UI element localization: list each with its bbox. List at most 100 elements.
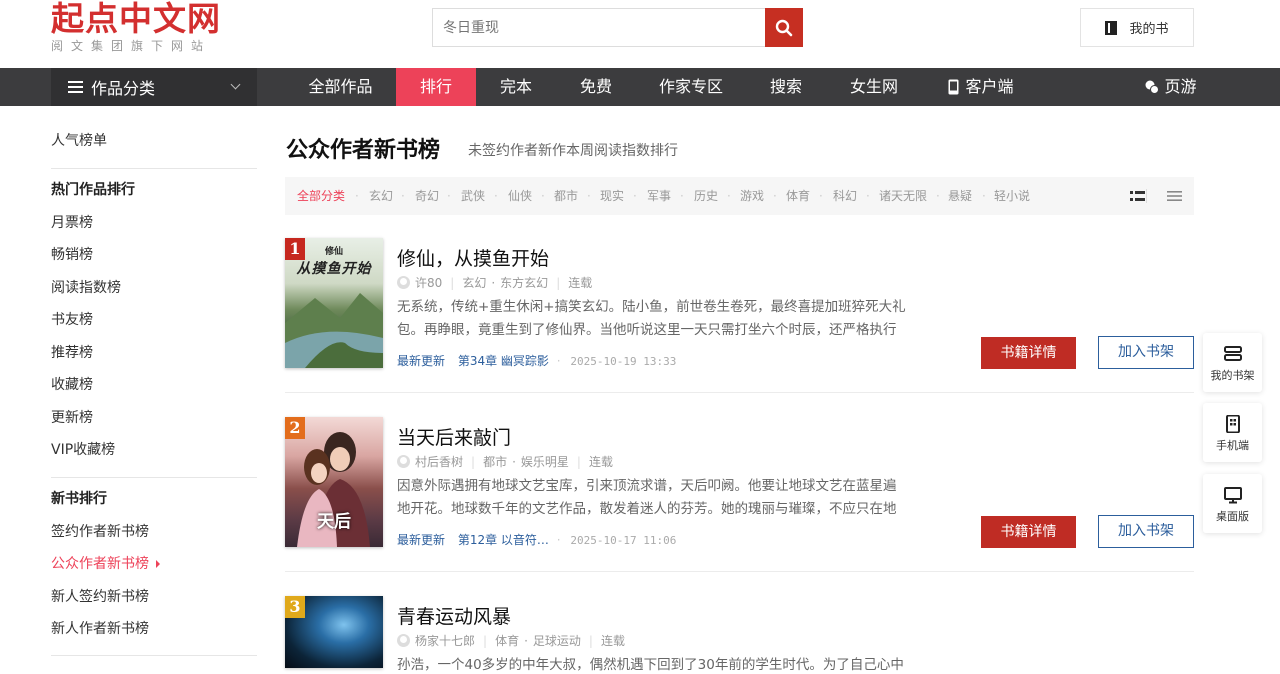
meta-separator: |	[450, 275, 455, 290]
float-mobile-label: 手机端	[1216, 439, 1249, 452]
float-desktop[interactable]: 桌面版	[1203, 474, 1262, 533]
book-subgenre[interactable]: 东方玄幻	[500, 274, 548, 291]
sidebar-item-public-new[interactable]: 公众作者新书榜	[51, 548, 257, 581]
book-genre[interactable]: 玄幻	[462, 274, 486, 291]
list-detail-view-icon[interactable]	[1130, 191, 1145, 201]
filter-dot: ·	[982, 189, 986, 203]
menu-icon	[68, 81, 83, 93]
book-author[interactable]: 村后香树	[415, 453, 463, 470]
book-subgenre[interactable]: 足球运动	[533, 632, 581, 649]
nav-free[interactable]: 免费	[570, 68, 622, 106]
monitor-icon	[1223, 487, 1242, 504]
book-genre[interactable]: 体育	[495, 632, 519, 649]
sidebar-item-recommend[interactable]: 推荐榜	[51, 337, 257, 370]
meta-separator: |	[588, 633, 593, 648]
float-desktop-label: 桌面版	[1216, 510, 1249, 523]
add-to-shelf-button[interactable]: 加入书架	[1098, 515, 1194, 548]
filter-dot: ·	[773, 189, 777, 203]
filter-xuanhuan[interactable]: 玄幻	[369, 177, 393, 215]
book-title[interactable]: 青春运动风暴	[397, 602, 511, 629]
book-meta: 杨家十七郎 | 体育 · 足球运动 | 连载	[397, 632, 625, 649]
book-subgenre[interactable]: 娱乐明星	[521, 453, 569, 470]
sidebar-divider	[51, 476, 257, 478]
author-avatar	[397, 276, 410, 289]
filter-xuanyi[interactable]: 悬疑	[948, 177, 972, 215]
book-meta: 许80 | 玄幻 · 东方玄幻 | 连载	[397, 274, 592, 291]
category-filter-bar: 全部分类 · 玄幻 · 奇幻 · 武侠 · 仙侠 · 都市 · 现实 · 军事 …	[285, 177, 1194, 215]
nav-webgame-label: 页游	[1164, 77, 1197, 96]
filter-xianshi[interactable]: 现实	[600, 177, 624, 215]
filter-lishi[interactable]: 历史	[694, 177, 718, 215]
filter-dot: ·	[727, 189, 731, 203]
filter-dot: ·	[936, 189, 940, 203]
cover-text: 天后	[317, 512, 351, 532]
latest-chapter-link[interactable]: 第12章 以音符…	[458, 533, 549, 547]
book-icon	[1105, 20, 1118, 35]
filter-junshi[interactable]: 军事	[647, 177, 671, 215]
filter-kehuan[interactable]: 科幻	[833, 177, 857, 215]
sidebar-item-fans[interactable]: 书友榜	[51, 304, 257, 337]
game-icon	[1145, 80, 1160, 94]
sidebar-item-rookie-signed[interactable]: 新人签约新书榜	[51, 581, 257, 614]
my-books-button[interactable]: 我的书	[1080, 8, 1194, 47]
page-subtitle: 未签约作者新作本周阅读指数排行	[468, 143, 678, 159]
book-title[interactable]: 当天后来敲门	[397, 423, 511, 450]
sidebar-item-reading-index[interactable]: 阅读指数榜	[51, 272, 257, 305]
book-detail-button[interactable]: 书籍详情	[981, 337, 1076, 369]
sidebar-item-collect[interactable]: 收藏榜	[51, 369, 257, 402]
nav-finished[interactable]: 完本	[490, 68, 542, 106]
filter-tiyu[interactable]: 体育	[786, 177, 810, 215]
sidebar-item-monthly[interactable]: 月票榜	[51, 207, 257, 240]
category-menu[interactable]: 作品分类	[51, 68, 257, 106]
book-author[interactable]: 许80	[415, 274, 442, 291]
shelf-icon	[1223, 346, 1242, 361]
book-description: 孙浩，一个40多岁的中年大叔，偶然机遇下回到了30年前的学生时代。为了自己心中	[397, 657, 904, 673]
sidebar-popular[interactable]: 人气榜单	[51, 125, 257, 158]
book-detail-button[interactable]: 书籍详情	[981, 516, 1076, 548]
search-button[interactable]	[765, 8, 803, 47]
book-genre[interactable]: 都市	[483, 453, 507, 470]
sidebar-item-update[interactable]: 更新榜	[51, 402, 257, 435]
nav-ranking[interactable]: 排行	[396, 68, 476, 106]
book-cover[interactable]: 3	[285, 596, 383, 668]
logo-sub-text: 阅文集团旗下网站	[51, 39, 212, 53]
sidebar-item-rookie-author[interactable]: 新人作者新书榜	[51, 613, 257, 646]
nav-female[interactable]: 女生网	[840, 68, 908, 106]
nav-client[interactable]: 客户端	[946, 68, 1016, 106]
filter-dot: ·	[633, 189, 637, 203]
filter-dushi[interactable]: 都市	[554, 177, 578, 215]
filter-all[interactable]: 全部分类	[297, 177, 345, 215]
nav-webgame[interactable]: 页游	[1143, 68, 1199, 106]
site-logo[interactable]: 起点中文网 阅文集团旗下网站	[51, 0, 241, 60]
nav-author-zone[interactable]: 作家专区	[650, 68, 732, 106]
sidebar-item-signed-new[interactable]: 签约作者新书榜	[51, 516, 257, 549]
book-title[interactable]: 修仙，从摸鱼开始	[397, 244, 549, 271]
add-to-shelf-button[interactable]: 加入书架	[1098, 336, 1194, 369]
filter-qihuan[interactable]: 奇幻	[415, 177, 439, 215]
filter-youxi[interactable]: 游戏	[740, 177, 764, 215]
book-author[interactable]: 杨家十七郎	[415, 632, 475, 649]
meta-dot: ·	[524, 633, 528, 648]
page-title: 公众作者新书榜	[286, 138, 441, 163]
search-input[interactable]	[432, 8, 765, 47]
nav-search[interactable]: 搜索	[760, 68, 812, 106]
nav-all-works[interactable]: 全部作品	[298, 68, 383, 106]
filter-wuxia[interactable]: 武侠	[461, 177, 485, 215]
book-cover[interactable]: 2 天后	[285, 417, 383, 547]
filter-dot: ·	[355, 189, 359, 203]
book-meta: 村后香树 | 都市 · 娱乐明星 | 连载	[397, 453, 613, 470]
sidebar-item-vip-collect[interactable]: VIP收藏榜	[51, 434, 257, 467]
author-avatar	[397, 455, 410, 468]
book-cover[interactable]: 1 修仙 从摸鱼开始	[285, 238, 383, 368]
float-mobile[interactable]: 手机端	[1203, 403, 1262, 462]
sidebar-item-bestseller[interactable]: 畅销榜	[51, 239, 257, 272]
filter-xianxia[interactable]: 仙侠	[508, 177, 532, 215]
filter-qingxiaoshuo[interactable]: 轻小说	[994, 177, 1030, 215]
latest-chapter-link[interactable]: 第34章 幽冥踪影	[458, 354, 549, 368]
list-compact-view-icon[interactable]	[1167, 191, 1182, 201]
category-label: 作品分类	[91, 79, 156, 98]
book-divider	[285, 392, 1194, 393]
cover-text: 从摸鱼开始	[296, 261, 372, 277]
float-my-shelf[interactable]: 我的书架	[1203, 333, 1262, 392]
filter-zhutian[interactable]: 诸天无限	[879, 177, 927, 215]
